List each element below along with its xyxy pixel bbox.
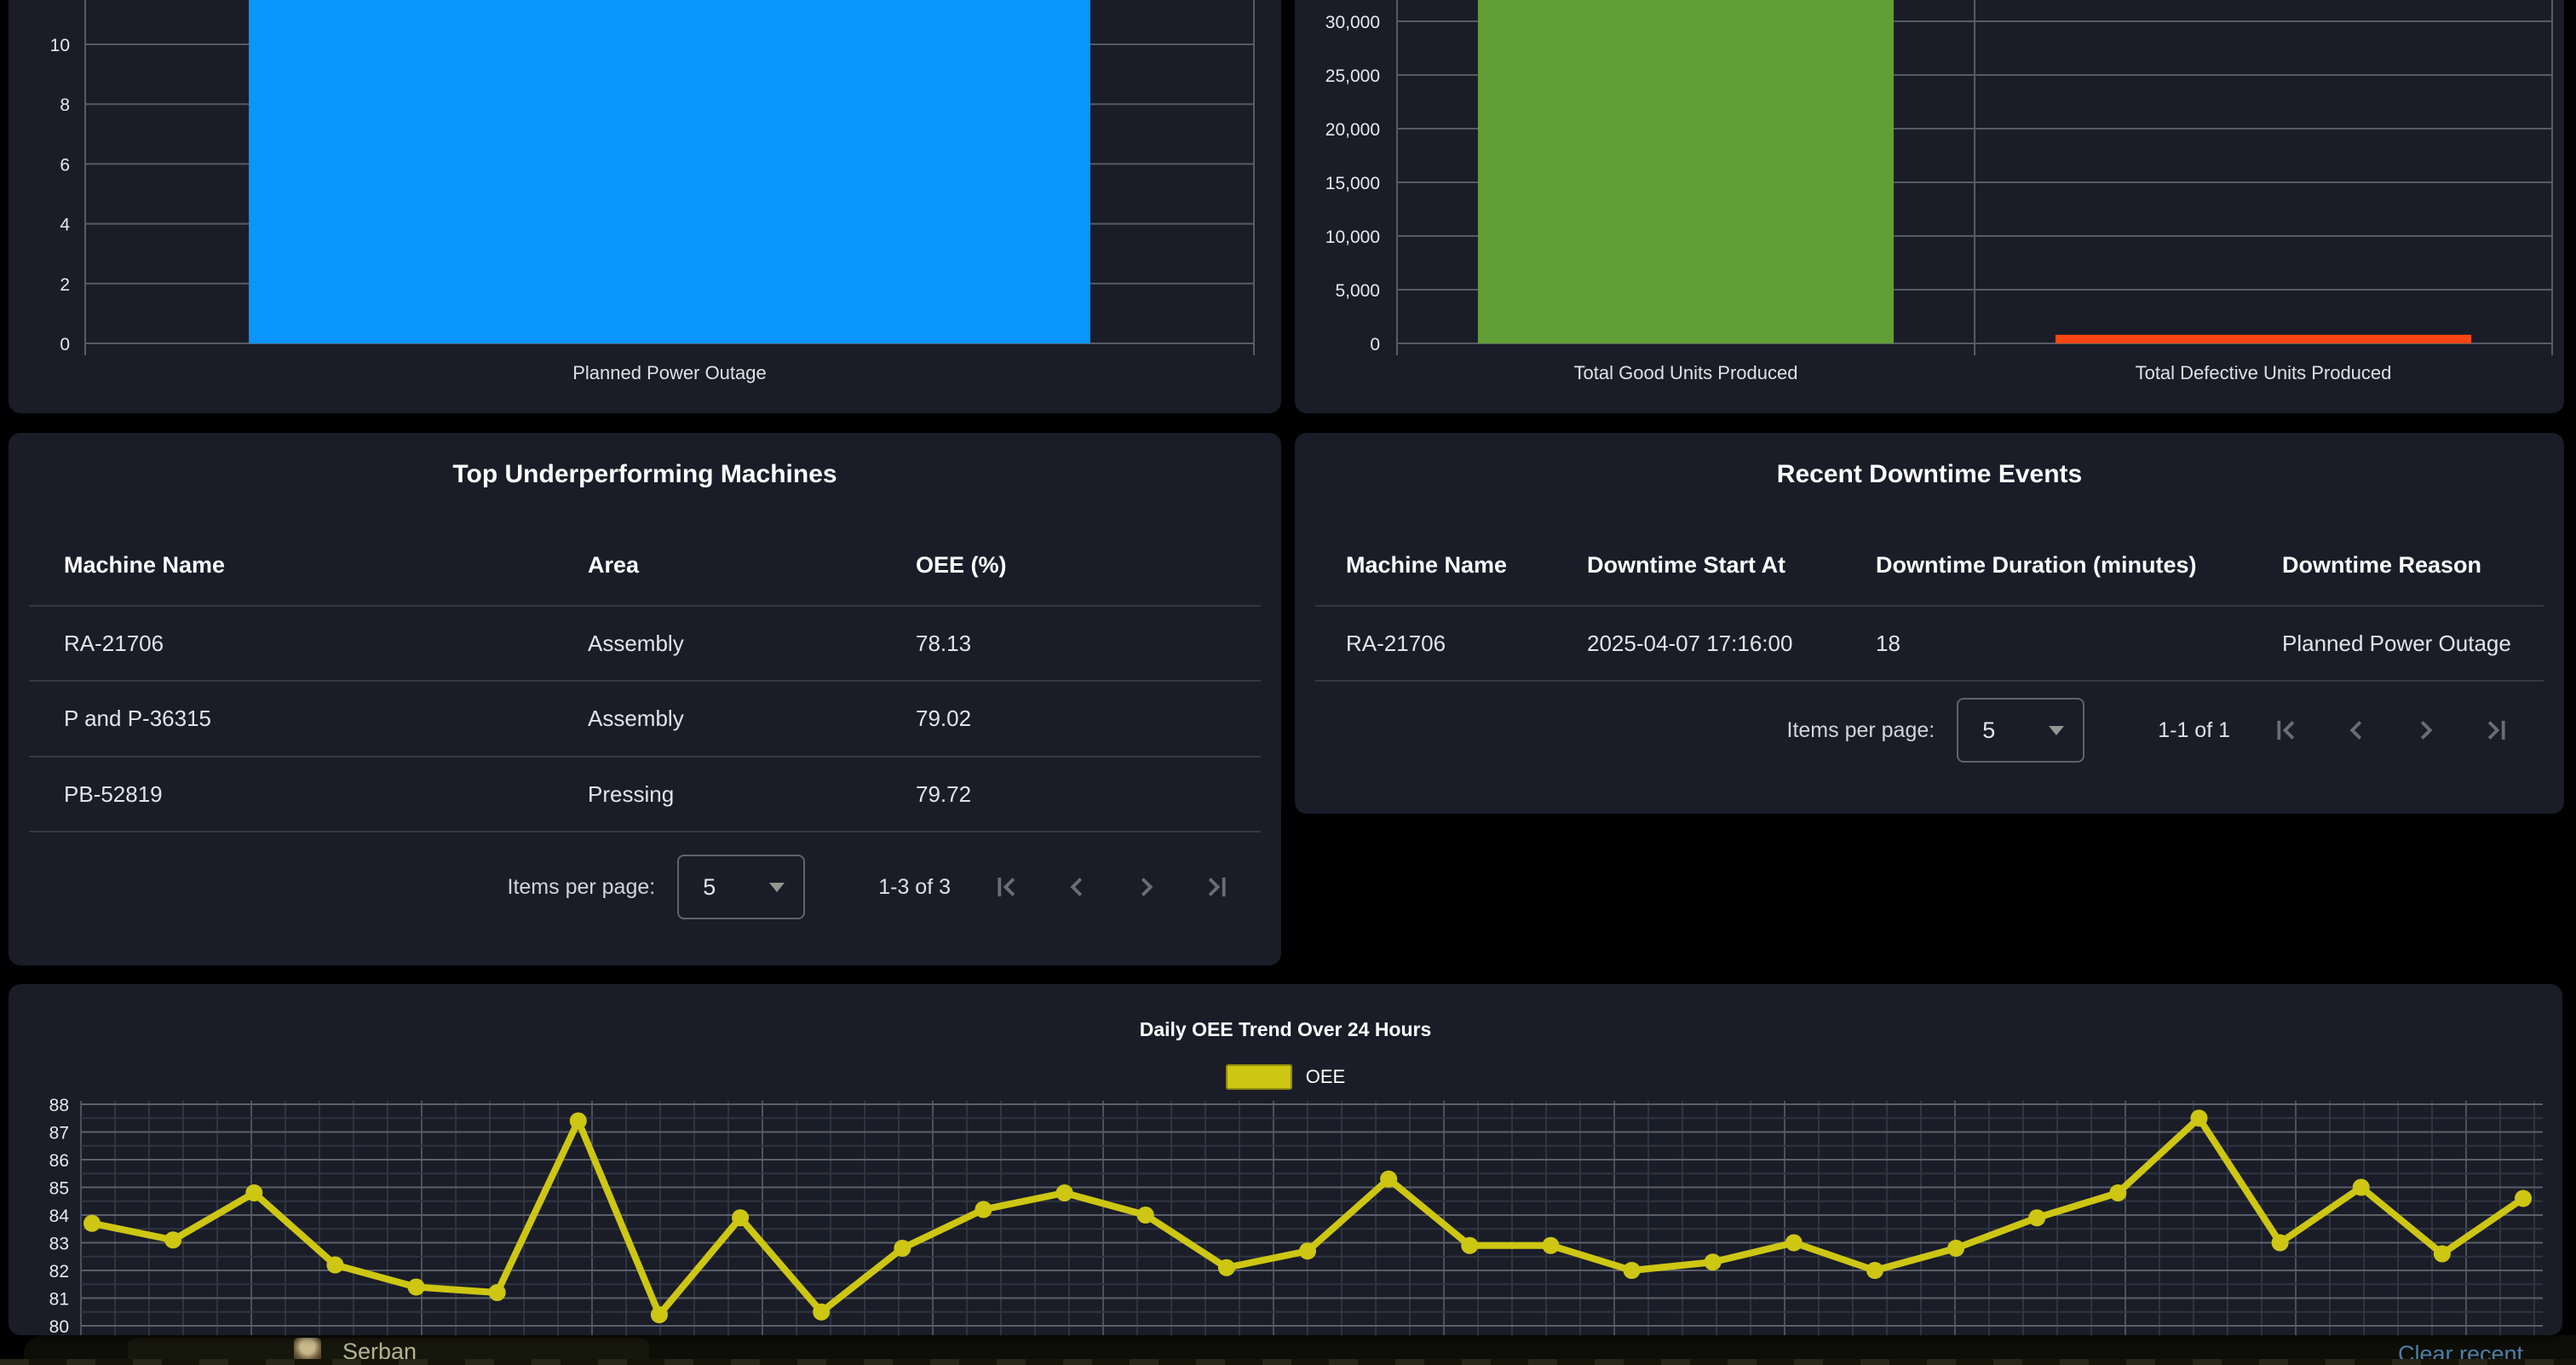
triangle-down-icon xyxy=(2049,726,2064,735)
downtime-by-reason-chart: 0 2 4 6 8 10 Planned Power Outage xyxy=(9,0,1281,413)
cell-machine-name: P and P-36315 xyxy=(64,706,211,732)
paginator-nav xyxy=(988,868,1235,906)
cell-machine-name: RA-21706 xyxy=(1346,631,1446,657)
svg-text:6: 6 xyxy=(60,155,70,175)
svg-text:30,000: 30,000 xyxy=(1325,13,1380,32)
col-downtime-start: Downtime Start At xyxy=(1587,552,1785,579)
svg-text:83: 83 xyxy=(49,1235,69,1254)
svg-text:82: 82 xyxy=(49,1262,69,1281)
oee-trend-card: Daily OEE Trend Over 24 Hours OEE 888786… xyxy=(9,984,2562,1335)
first-page-icon xyxy=(2270,714,2303,746)
paginator: Items per page: 5 1-1 of 1 xyxy=(1787,696,2516,764)
cell-downtime-duration: 18 xyxy=(1876,631,1900,657)
first-page-icon xyxy=(991,871,1023,903)
col-downtime-reason: Downtime Reason xyxy=(2282,552,2481,579)
svg-text:8: 8 xyxy=(60,95,70,115)
col-machine-name: Machine Name xyxy=(64,552,225,579)
paginator: Items per page: 5 1-3 of 3 xyxy=(508,853,1236,921)
divider xyxy=(29,605,1261,607)
col-machine-name: Machine Name xyxy=(1346,552,1507,579)
chart-legend: OEE xyxy=(9,1064,2562,1090)
legend-label: OEE xyxy=(1306,1066,1345,1088)
col-downtime-duration: Downtime Duration (minutes) xyxy=(1876,552,2197,579)
range-label: 1-3 of 3 xyxy=(878,875,951,900)
svg-text:0: 0 xyxy=(60,335,70,354)
card-title: Recent Downtime Events xyxy=(1295,460,2564,489)
items-per-page-label: Items per page: xyxy=(508,875,656,900)
svg-text:Planned Power Outage: Planned Power Outage xyxy=(572,362,767,383)
oee-trend-chart: 88 87 86 85 84 83 82 81 80 xyxy=(9,984,2562,1335)
divider xyxy=(29,831,1261,832)
next-page-icon xyxy=(1130,871,1163,903)
svg-text:85: 85 xyxy=(49,1179,69,1199)
cell-downtime-start: 2025-04-07 17:16:00 xyxy=(1587,631,1792,657)
next-page-icon xyxy=(2410,714,2442,746)
cell-downtime-reason: Planned Power Outage xyxy=(2282,631,2511,657)
last-page-button[interactable] xyxy=(2477,711,2515,749)
first-page-button[interactable] xyxy=(2268,711,2305,749)
cell-oee: 79.02 xyxy=(916,706,971,732)
divider xyxy=(1315,605,2544,607)
cell-machine-name: RA-21706 xyxy=(64,631,164,657)
paginator-nav xyxy=(2268,711,2515,749)
svg-text:Total Good Units Produced: Total Good Units Produced xyxy=(1574,362,1798,383)
svg-text:Total Defective Units Produced: Total Defective Units Produced xyxy=(2136,362,2392,383)
svg-text:20,000: 20,000 xyxy=(1325,120,1380,140)
range-label: 1-1 of 1 xyxy=(2158,718,2230,743)
col-oee: OEE (%) xyxy=(916,552,1007,579)
svg-text:5,000: 5,000 xyxy=(1335,281,1380,301)
items-per-page-label: Items per page: xyxy=(1787,718,1935,743)
next-page-button[interactable] xyxy=(1128,868,1165,906)
svg-text:81: 81 xyxy=(49,1290,69,1310)
background-menu-row xyxy=(0,1359,2576,1365)
page-size-value: 5 xyxy=(703,874,716,901)
svg-text:4: 4 xyxy=(60,216,70,235)
last-page-button[interactable] xyxy=(1198,868,1235,906)
cell-area: Assembly xyxy=(588,706,684,732)
production-units-chart: 0 5,000 10,000 15,000 20,000 25,000 30,000 Tota… xyxy=(1295,0,2564,413)
triangle-down-icon xyxy=(769,883,785,892)
svg-text:0: 0 xyxy=(1370,335,1380,354)
svg-text:25,000: 25,000 xyxy=(1325,66,1380,86)
svg-text:86: 86 xyxy=(49,1151,69,1171)
svg-text:10,000: 10,000 xyxy=(1325,228,1380,247)
cell-area: Assembly xyxy=(588,631,684,657)
cell-machine-name: PB-52819 xyxy=(64,781,163,808)
previous-page-icon xyxy=(1061,871,1093,903)
page-size-select[interactable]: 5 xyxy=(677,855,805,919)
first-page-button[interactable] xyxy=(988,868,1026,906)
col-area: Area xyxy=(588,552,639,579)
svg-text:15,000: 15,000 xyxy=(1325,174,1380,193)
oee-legend-swatch-icon xyxy=(1226,1064,1292,1090)
previous-page-button[interactable] xyxy=(2337,711,2375,749)
svg-text:88: 88 xyxy=(49,1096,69,1115)
divider xyxy=(29,680,1261,682)
cell-oee: 79.72 xyxy=(916,781,971,808)
card-title: Top Underperforming Machines xyxy=(9,460,1281,489)
next-page-button[interactable] xyxy=(2407,711,2445,749)
previous-page-icon xyxy=(2340,714,2372,746)
cell-area: Pressing xyxy=(588,781,674,808)
last-page-icon xyxy=(1200,871,1233,903)
recent-downtime-events-card: Recent Downtime Events Machine Name Down… xyxy=(1295,433,2564,814)
divider xyxy=(1315,680,2544,682)
svg-text:84: 84 xyxy=(49,1207,70,1226)
svg-text:80: 80 xyxy=(49,1317,69,1335)
underperforming-machines-card: Top Underperforming Machines Machine Nam… xyxy=(9,433,1281,965)
svg-text:10: 10 xyxy=(50,36,70,55)
cell-oee: 78.13 xyxy=(916,631,971,657)
last-page-icon xyxy=(2480,714,2512,746)
dashboard: Serban Clear recent 0246810Planned Power… xyxy=(0,0,2576,1365)
divider xyxy=(29,756,1261,757)
svg-text:2: 2 xyxy=(60,275,70,295)
previous-page-button[interactable] xyxy=(1058,868,1095,906)
page-size-value: 5 xyxy=(1982,717,1995,744)
svg-text:87: 87 xyxy=(49,1124,69,1143)
page-size-select[interactable]: 5 xyxy=(1957,698,2084,763)
